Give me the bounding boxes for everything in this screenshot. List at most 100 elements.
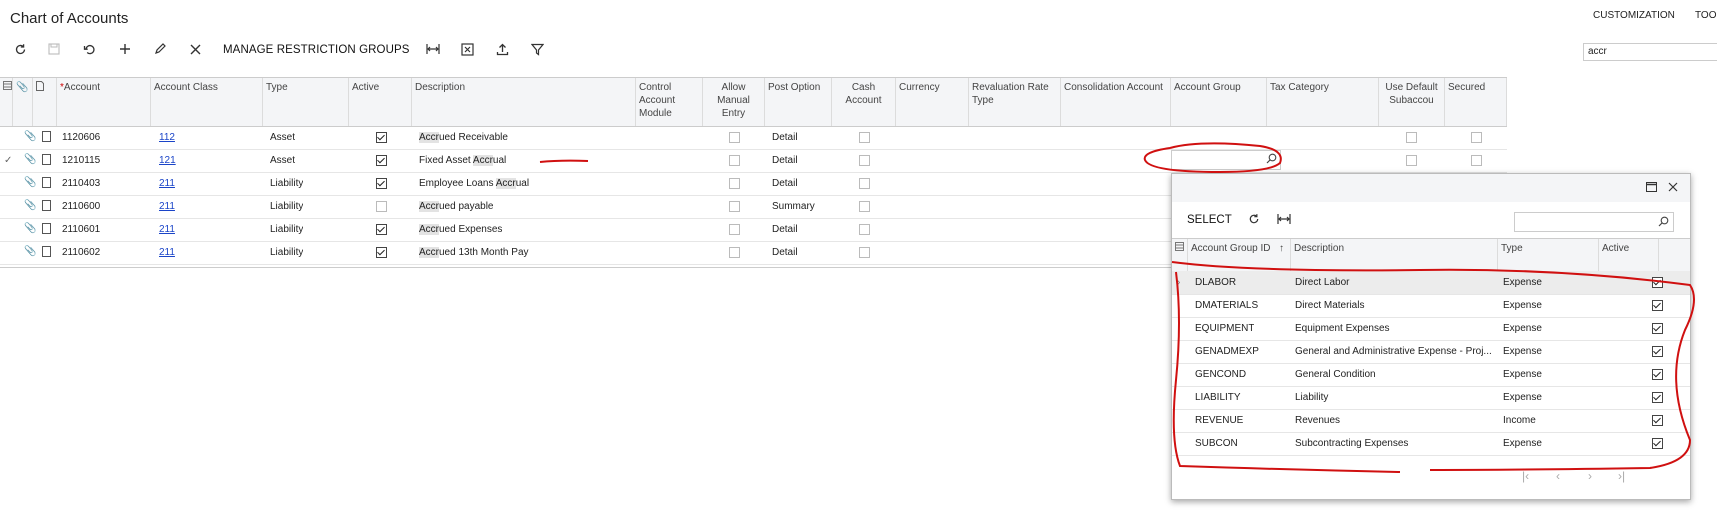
allow-manual-entry-checkbox[interactable]	[729, 155, 740, 166]
account-cell[interactable]: 2110600	[62, 195, 100, 218]
account-class-link[interactable]: 211	[159, 218, 175, 241]
post-option-cell[interactable]: Summary	[772, 195, 815, 218]
note-icon[interactable]	[42, 131, 51, 142]
attachment-icon[interactable]: 📎	[24, 223, 36, 235]
description-cell[interactable]: Fixed Asset Accrual	[419, 149, 506, 172]
description-cell[interactable]: Revenues	[1295, 409, 1495, 432]
delete-icon[interactable]	[187, 41, 203, 57]
col-type[interactable]: Type	[1498, 239, 1599, 271]
col-revaluation-rate-type[interactable]: Revaluation Rate Type	[969, 78, 1061, 126]
tools-menu[interactable]: TOO	[1695, 10, 1716, 21]
edit-icon[interactable]	[152, 41, 168, 57]
refresh-icon[interactable]	[1248, 213, 1260, 228]
col-account-class[interactable]: Account Class	[151, 78, 263, 126]
type-cell[interactable]: Expense	[1503, 386, 1542, 409]
attachment-icon[interactable]: 📎	[24, 154, 36, 166]
note-icon[interactable]	[42, 177, 51, 188]
first-page-icon[interactable]: |‹	[1522, 469, 1529, 483]
lookup-search-input[interactable]	[1514, 212, 1674, 232]
attachment-icon[interactable]: 📎	[24, 246, 36, 258]
prev-page-icon[interactable]: ‹	[1556, 469, 1560, 483]
list-item[interactable]: › DLABOR Direct Labor Expense	[1172, 271, 1690, 295]
account-group-id-cell[interactable]: EQUIPMENT	[1195, 317, 1254, 340]
type-cell[interactable]: Expense	[1503, 432, 1542, 455]
list-item[interactable]: DMATERIALS Direct Materials Expense	[1172, 294, 1690, 318]
fit-columns-icon[interactable]	[425, 41, 441, 57]
fit-columns-icon[interactable]	[1277, 213, 1291, 228]
col-control-account-module[interactable]: Control Account Module	[636, 78, 703, 126]
customization-menu[interactable]: CUSTOMIZATION	[1593, 10, 1675, 21]
active-checkbox[interactable]	[1652, 346, 1663, 357]
attachment-icon[interactable]: 📎	[24, 131, 36, 143]
account-group-id-cell[interactable]: REVENUE	[1195, 409, 1243, 432]
allow-manual-entry-checkbox[interactable]	[729, 201, 740, 212]
col-cash-account[interactable]: Cash Account	[832, 78, 896, 126]
last-page-icon[interactable]: ›|	[1618, 469, 1625, 483]
cash-account-checkbox[interactable]	[859, 178, 870, 189]
account-group-id-cell[interactable]: SUBCON	[1195, 432, 1238, 455]
cash-account-checkbox[interactable]	[859, 247, 870, 258]
description-cell[interactable]: Equipment Expenses	[1295, 317, 1495, 340]
description-cell[interactable]: Accrued Receivable	[419, 126, 508, 149]
account-group-id-cell[interactable]: GENADMEXP	[1195, 340, 1259, 363]
col-account-group-id[interactable]: Account Group ID ↑	[1188, 239, 1291, 271]
type-cell[interactable]: Asset	[270, 149, 295, 172]
col-allow-manual-entry[interactable]: Allow Manual Entry	[703, 78, 765, 126]
description-cell[interactable]: Subcontracting Expenses	[1295, 432, 1495, 455]
list-item[interactable]: GENCOND General Condition Expense	[1172, 363, 1690, 387]
search-input[interactable]: accr	[1583, 43, 1717, 61]
close-icon[interactable]	[1668, 182, 1678, 195]
allow-manual-entry-checkbox[interactable]	[729, 132, 740, 143]
description-cell[interactable]: Liability	[1295, 386, 1495, 409]
account-class-link[interactable]: 112	[159, 126, 175, 149]
col-currency[interactable]: Currency	[896, 78, 969, 126]
cash-account-checkbox[interactable]	[859, 132, 870, 143]
account-class-link[interactable]: 211	[159, 195, 175, 218]
list-item[interactable]: SUBCON Subcontracting Expenses Expense	[1172, 432, 1690, 456]
filter-icon[interactable]	[529, 41, 545, 57]
upload-icon[interactable]	[494, 41, 510, 57]
account-cell[interactable]: 2110403	[62, 172, 100, 195]
search-icon[interactable]	[1266, 153, 1277, 167]
description-cell[interactable]: Accrued Expenses	[419, 218, 502, 241]
type-cell[interactable]: Expense	[1503, 271, 1542, 294]
list-item[interactable]: LIABILITY Liability Expense	[1172, 386, 1690, 410]
active-checkbox[interactable]	[1652, 323, 1663, 334]
type-cell[interactable]: Liability	[270, 241, 303, 264]
active-checkbox[interactable]	[376, 132, 387, 143]
account-cell[interactable]: 1210115	[62, 149, 100, 172]
account-cell[interactable]: 2110601	[62, 218, 100, 241]
account-group-id-cell[interactable]: DLABOR	[1195, 271, 1236, 294]
allow-manual-entry-checkbox[interactable]	[729, 247, 740, 258]
save-icon[interactable]	[46, 41, 62, 57]
refresh-icon[interactable]	[12, 41, 28, 57]
next-page-icon[interactable]: ›	[1588, 469, 1592, 483]
active-checkbox[interactable]	[1652, 300, 1663, 311]
export-excel-icon[interactable]	[459, 41, 475, 57]
type-cell[interactable]: Expense	[1503, 294, 1542, 317]
active-checkbox[interactable]	[1652, 415, 1663, 426]
col-use-default-subaccount[interactable]: Use Default Subaccou	[1379, 78, 1445, 126]
maximize-icon[interactable]	[1646, 182, 1657, 195]
attachment-icon[interactable]: 📎	[24, 177, 36, 189]
description-cell[interactable]: General and Administrative Expense - Pro…	[1295, 340, 1495, 363]
col-description[interactable]: Description	[412, 78, 636, 126]
account-cell[interactable]: 2110602	[62, 241, 100, 264]
col-post-option[interactable]: Post Option	[765, 78, 832, 126]
note-icon[interactable]	[42, 200, 51, 211]
col-type[interactable]: Type	[263, 78, 349, 126]
active-checkbox[interactable]	[376, 178, 387, 189]
description-cell[interactable]: General Condition	[1295, 363, 1495, 386]
account-cell[interactable]: 1120606	[62, 126, 100, 149]
cash-account-checkbox[interactable]	[859, 224, 870, 235]
undo-icon[interactable]	[81, 41, 97, 57]
use-default-subaccount-checkbox[interactable]	[1406, 132, 1417, 143]
manage-restriction-groups-button[interactable]: MANAGE RESTRICTION GROUPS	[223, 44, 410, 56]
type-cell[interactable]: Liability	[270, 195, 303, 218]
account-group-input[interactable]	[1171, 150, 1281, 170]
search-icon[interactable]	[1658, 216, 1669, 230]
active-checkbox[interactable]	[376, 247, 387, 258]
col-account-group[interactable]: Account Group	[1171, 78, 1267, 126]
active-checkbox[interactable]	[1652, 392, 1663, 403]
post-option-cell[interactable]: Detail	[772, 172, 798, 195]
